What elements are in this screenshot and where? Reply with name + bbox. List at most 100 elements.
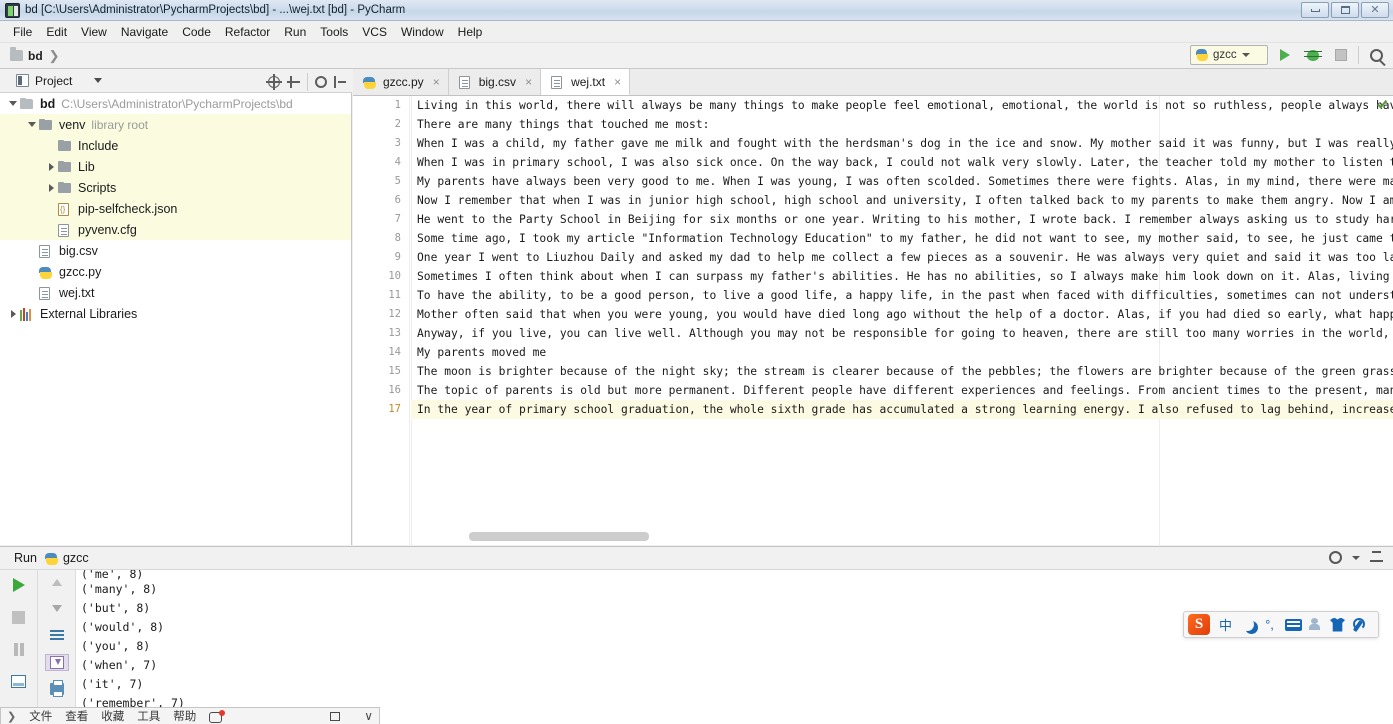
debug-button[interactable] (1302, 45, 1324, 65)
chevron-down-icon[interactable] (1352, 555, 1360, 560)
stop-button[interactable] (1330, 45, 1352, 65)
tree-node-big-csv[interactable]: big.csv (0, 240, 351, 261)
stop-button[interactable] (7, 606, 31, 628)
editor-line[interactable]: To have the ability, to be a good person… (411, 286, 1393, 305)
chevron-down-icon[interactable]: ∨ (364, 709, 373, 723)
menu-window[interactable]: Window (394, 23, 451, 41)
hide-icon[interactable] (334, 76, 346, 88)
scroll-up-button[interactable] (45, 574, 69, 591)
editor-line[interactable]: Some time ago, I took my article "Inform… (411, 229, 1393, 248)
chevron-right-icon[interactable] (6, 309, 20, 318)
editor-line[interactable]: Now I remember that when I was in junior… (411, 191, 1393, 210)
editor-line[interactable]: Mother often said that when you were you… (411, 305, 1393, 324)
menu-navigate[interactable]: Navigate (114, 23, 175, 41)
chevron-down-icon[interactable] (25, 122, 39, 127)
tree-node-lib[interactable]: Lib (0, 156, 351, 177)
tree-node-bd[interactable]: bd C:\Users\Administrator\PycharmProjects… (0, 93, 351, 114)
cn-menu-view[interactable]: 查看 (65, 708, 88, 724)
gear-icon[interactable] (1329, 551, 1342, 564)
menu-refactor[interactable]: Refactor (218, 23, 277, 41)
menu-view[interactable]: View (74, 23, 114, 41)
collapse-all-icon[interactable] (287, 76, 300, 88)
tree-node-wej-txt[interactable]: wej.txt (0, 282, 351, 303)
editor-line[interactable]: One year I went to Liuzhou Daily and ask… (411, 248, 1393, 267)
tree-node-pip-selfcheck-json[interactable]: pip-selfcheck.json (0, 198, 351, 219)
editor-line[interactable]: He went to the Party School in Beijing f… (411, 210, 1393, 229)
rerun-button[interactable] (7, 574, 31, 596)
run-configuration-selector[interactable]: gzcc (1190, 45, 1268, 65)
editor-line[interactable]: When I was a child, my father gave me mi… (411, 134, 1393, 153)
cn-menu-file[interactable]: 文件 (29, 708, 52, 724)
editor-line[interactable]: There are many things that touched me mo… (411, 115, 1393, 134)
cn-menu-tools[interactable]: 工具 (137, 708, 160, 724)
close-button[interactable]: ✕ (1361, 2, 1389, 18)
soft-wrap-button[interactable] (45, 627, 69, 644)
close-icon[interactable]: × (525, 75, 532, 89)
tree-node-include[interactable]: Include (0, 135, 351, 156)
cn-menu-help[interactable]: 帮助 (173, 708, 196, 724)
inspection-ok-icon[interactable] (1376, 100, 1388, 112)
notification-badge-icon[interactable] (209, 709, 226, 723)
chevron-right-icon[interactable] (44, 183, 58, 192)
menu-run[interactable]: Run (277, 23, 313, 41)
chevron-down-icon[interactable] (94, 78, 103, 83)
editor-tab-gzcc-py[interactable]: gzcc.py × (353, 69, 449, 95)
editor-line[interactable]: Anyway, if you live, you can live well. … (411, 324, 1393, 343)
sogou-ime-toolbar[interactable]: S 中 °, (1183, 611, 1379, 638)
chevron-down-icon[interactable] (6, 101, 20, 106)
locate-icon[interactable] (266, 74, 282, 90)
print-button[interactable] (45, 680, 69, 698)
maximize-icon[interactable] (330, 711, 341, 721)
pause-button[interactable] (7, 638, 31, 660)
moon-icon[interactable] (1241, 618, 1254, 631)
close-icon[interactable]: × (614, 75, 621, 89)
user-icon[interactable] (1309, 618, 1323, 631)
code-content[interactable]: Living in this world, there will always … (411, 96, 1393, 545)
project-tree[interactable]: bd C:\Users\Administrator\PycharmProjects… (0, 93, 352, 545)
menu-tools[interactable]: Tools (313, 23, 355, 41)
maximize-button[interactable] (1331, 2, 1359, 18)
editor-line[interactable]: My parents moved me (411, 343, 1393, 362)
chinese-mode-toggle[interactable]: 中 (1217, 615, 1234, 634)
run-console-output[interactable]: ('me', 8) ('many', 8) ('but', 8) ('would', … (77, 570, 1393, 724)
menu-help[interactable]: Help (451, 23, 490, 41)
tree-node-venv[interactable]: venv library root (0, 114, 351, 135)
hide-icon[interactable] (1370, 551, 1383, 564)
skin-icon[interactable] (1330, 617, 1345, 632)
run-tab-gzcc[interactable]: gzcc (63, 551, 89, 565)
punctuation-toggle[interactable]: °, (1261, 617, 1278, 632)
cn-menu-favorites[interactable]: 收藏 (101, 708, 124, 724)
menu-edit[interactable]: Edit (39, 23, 74, 41)
editor-line[interactable]: In the year of primary school graduation… (411, 400, 1393, 419)
editor-line[interactable]: Sometimes I often think about when I can… (411, 267, 1393, 286)
editor-line[interactable]: The topic of parents is old but more per… (411, 381, 1393, 400)
search-everywhere-button[interactable] (1365, 45, 1387, 65)
close-icon[interactable]: × (433, 75, 440, 89)
chevron-right-icon[interactable] (44, 162, 58, 171)
gear-icon[interactable] (315, 76, 327, 88)
editor-tab-wej-txt[interactable]: wej.txt × (541, 69, 631, 95)
show-console-button[interactable] (7, 670, 31, 692)
editor-line[interactable]: When I was in primary school, I was also… (411, 153, 1393, 172)
editor-tab-big-csv[interactable]: big.csv × (448, 69, 542, 95)
editor-line[interactable]: The moon is brighter because of the nigh… (411, 362, 1393, 381)
editor-line[interactable]: My parents have always been very good to… (411, 172, 1393, 191)
menu-vcs[interactable]: VCS (355, 23, 394, 41)
run-button[interactable] (1274, 45, 1296, 65)
sogou-logo-icon[interactable]: S (1188, 614, 1210, 635)
scroll-down-button[interactable] (45, 601, 69, 618)
editor-area[interactable]: 1 2 3 4 5 6 7 8 9 10 11 12 13 14 15 16 17 Living in this… (353, 96, 1393, 545)
breadcrumb[interactable]: bd ❯ (10, 47, 60, 64)
tree-node-external-libraries[interactable]: External Libraries (0, 303, 351, 324)
soft-keyboard-icon[interactable] (1285, 618, 1302, 631)
editor-horizontal-scrollbar[interactable] (411, 532, 1393, 543)
tree-node-scripts[interactable]: Scripts (0, 177, 351, 198)
editor-line[interactable]: Living in this world, there will always … (411, 96, 1393, 115)
scroll-to-end-button[interactable] (44, 653, 69, 671)
menu-code[interactable]: Code (175, 23, 218, 41)
menu-file[interactable]: File (6, 23, 39, 41)
scrollbar-thumb[interactable] (469, 532, 649, 541)
minimize-button[interactable] (1301, 2, 1329, 18)
toolbox-wrench-icon[interactable] (1352, 617, 1367, 632)
tree-node-pyvenv-cfg[interactable]: pyvenv.cfg (0, 219, 351, 240)
